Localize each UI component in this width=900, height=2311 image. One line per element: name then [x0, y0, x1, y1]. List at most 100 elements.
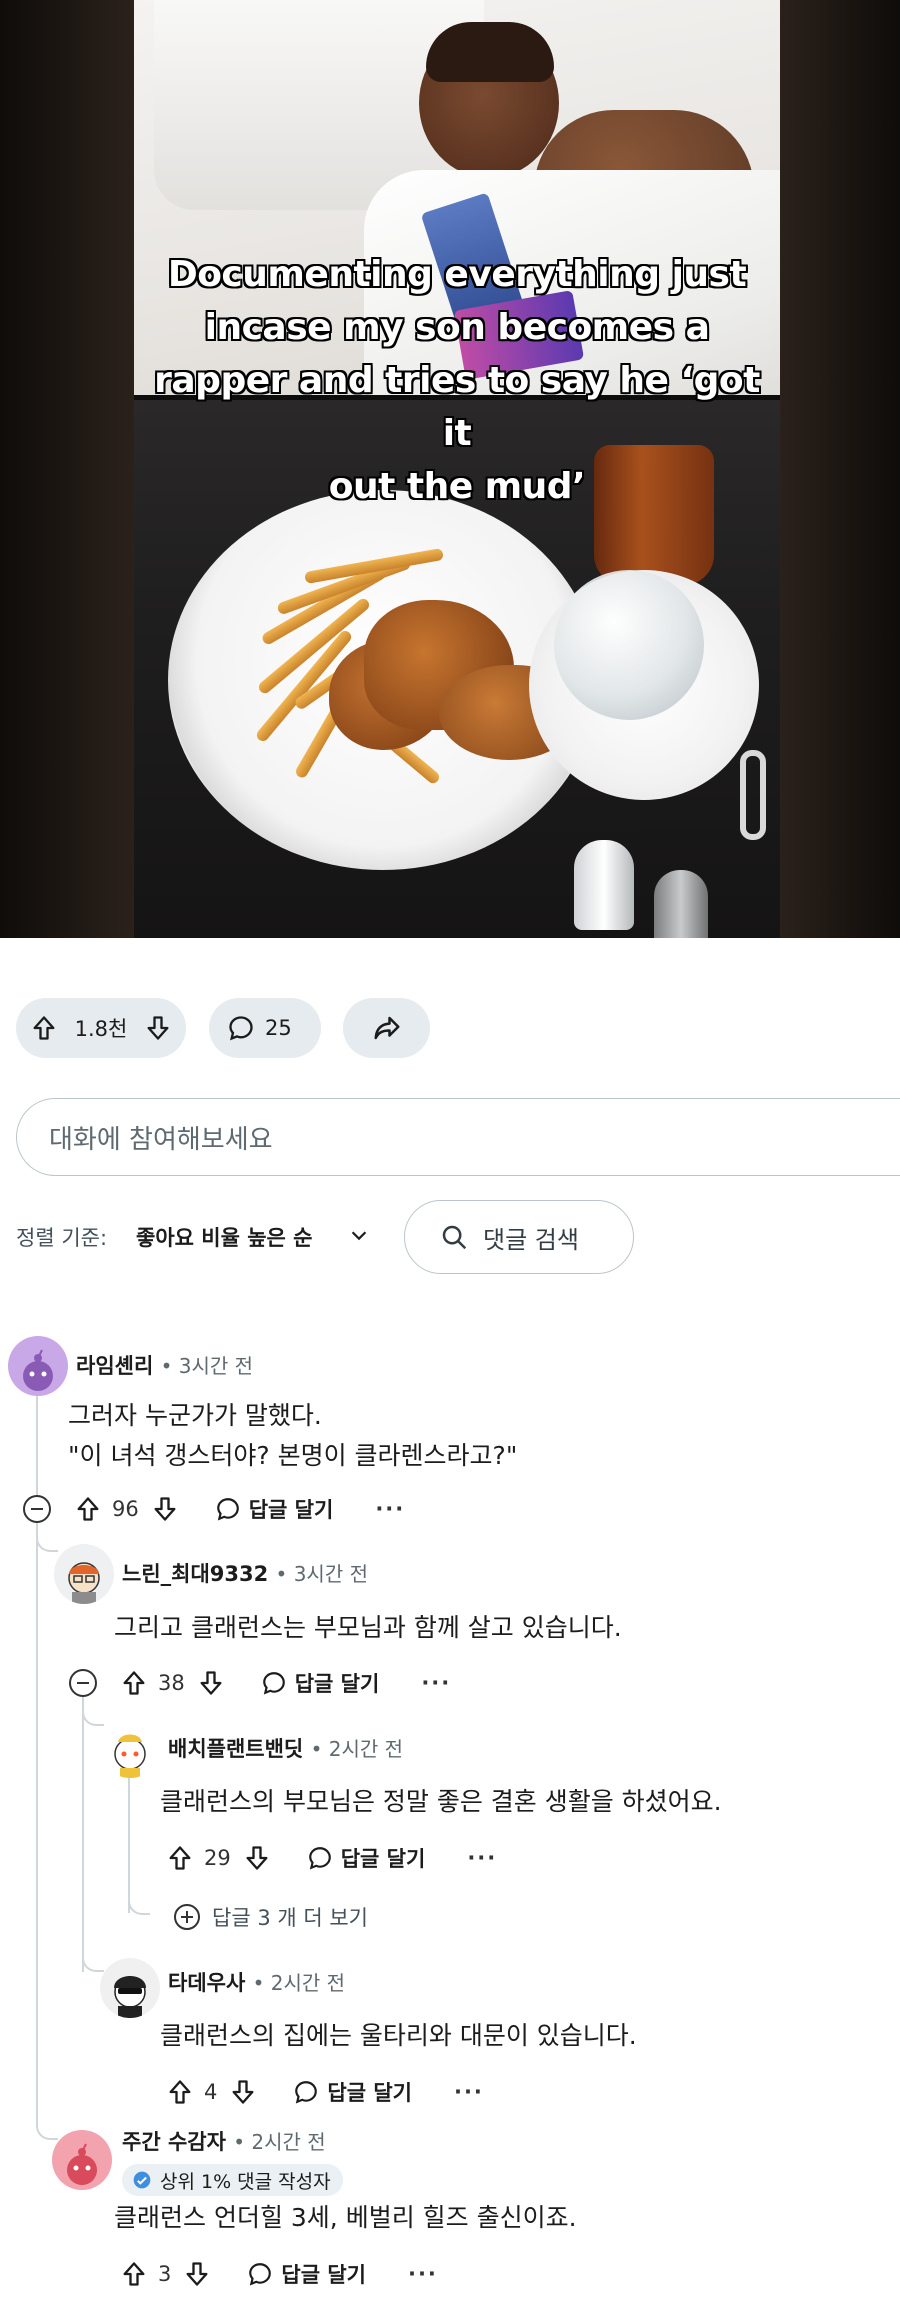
arrow-down-icon[interactable] — [183, 2260, 211, 2288]
vote-bar: 1.8천 — [16, 998, 186, 1058]
join-conversation-placeholder: 대화에 참여해보세요 — [49, 1124, 273, 1155]
vote-count: 29 — [204, 1846, 231, 1870]
reply-button[interactable]: 답글 달기 — [261, 1668, 380, 1698]
avatar[interactable] — [54, 1544, 114, 1604]
caption-line: out the mud’ — [328, 466, 586, 507]
avatar[interactable] — [100, 1718, 160, 1778]
post-image: Documenting everything just incase my so… — [134, 0, 780, 938]
avatar[interactable] — [100, 1958, 160, 2018]
reply-label: 답글 달기 — [294, 1672, 380, 1696]
more-options-button[interactable]: ··· — [467, 1846, 497, 1870]
comment-time: • 3시간 전 — [275, 1562, 368, 1586]
badge-label: 상위 1% 댓글 작성자 — [160, 2170, 331, 2193]
author-name[interactable]: 느린_최대9332 — [122, 1562, 268, 1586]
thread-line — [36, 1368, 38, 2128]
comment-author[interactable]: 느린_최대9332 • 3시간 전 — [122, 1558, 368, 1588]
upvote-button[interactable] — [30, 1014, 58, 1042]
reply-label: 답글 달기 — [281, 2263, 366, 2287]
sort-dropdown[interactable]: 좋아요 비율 높은 순 — [136, 1222, 313, 1252]
reply-button[interactable]: 답글 달기 — [247, 2259, 366, 2289]
share-button[interactable] — [343, 998, 430, 1058]
top-commenter-badge: 상위 1% 댓글 작성자 — [122, 2164, 343, 2196]
comment-line: 그리고 클래런스는 부모님과 함께 살고 있습니다. — [114, 1613, 622, 1642]
reply-button[interactable]: 답글 달기 — [307, 1843, 426, 1873]
media-blur-left — [0, 0, 134, 938]
award-icon — [133, 2171, 151, 2189]
reply-button[interactable]: 답글 달기 — [293, 2077, 412, 2107]
reply-label: 답글 달기 — [340, 1847, 426, 1871]
join-conversation-input[interactable]: 대화에 참여해보세요 — [16, 1098, 900, 1176]
comment-author[interactable]: 라임셴리 • 3시간 전 — [76, 1350, 253, 1380]
media-blur-right — [780, 0, 900, 938]
comments-button[interactable]: 25 — [209, 998, 321, 1058]
more-options-button[interactable]: ··· — [454, 2080, 484, 2104]
arrow-up-icon[interactable] — [120, 1669, 148, 1697]
snoo-avatar-icon — [67, 2143, 97, 2185]
search-comments-label: 댓글 검색 — [483, 1225, 579, 1254]
comment-actions: 96 답글 달기 ··· — [74, 1491, 405, 1527]
arrow-down-icon[interactable] — [151, 1495, 179, 1523]
reply-button[interactable]: 답글 달기 — [215, 1494, 334, 1524]
comment-time: • 3시간 전 — [160, 1354, 254, 1378]
author-name[interactable]: 주간 수감자 — [122, 2130, 226, 2154]
downvote-button[interactable] — [144, 1014, 172, 1042]
more-replies-button[interactable]: 답글 3 개 더 보기 — [174, 1902, 368, 1932]
thread-connector — [82, 1952, 104, 1972]
avatar[interactable] — [8, 1336, 68, 1396]
arrow-up-icon — [33, 1016, 55, 1040]
vote-count: 1.8천 — [74, 1017, 128, 1041]
vote-count: 3 — [158, 2262, 172, 2286]
comment-body: 클래런스의 집에는 울타리와 대문이 있습니다. — [160, 2016, 637, 2056]
snoo-avatar-icon — [114, 1734, 146, 1778]
arrow-up-icon[interactable] — [74, 1495, 102, 1523]
thread-connector — [82, 1706, 104, 1726]
vote-count: 96 — [112, 1497, 139, 1521]
comment-line: 클래런스 언더힐 3세, 베벌리 힐즈 출신이죠. — [114, 2203, 577, 2232]
vote-count: 4 — [204, 2080, 218, 2104]
comment-author[interactable]: 배치플랜트밴딧 • 2시간 전 — [168, 1733, 403, 1763]
comment-actions: 3 답글 달기 ··· — [120, 2256, 438, 2292]
search-comments-button[interactable]: 댓글 검색 — [404, 1200, 634, 1274]
salt-shaker — [574, 840, 634, 930]
arrow-up-icon[interactable] — [120, 2260, 148, 2288]
speech-bubble-icon — [216, 1498, 239, 1521]
collapse-thread-button[interactable] — [69, 1669, 97, 1697]
speech-bubble-icon — [229, 1016, 253, 1041]
pepper-shaker — [654, 870, 708, 938]
post-media[interactable]: Documenting everything just incase my so… — [0, 0, 900, 938]
comment-author[interactable]: 타데우사 • 2시간 전 — [168, 1967, 345, 1997]
more-options-button[interactable]: ··· — [421, 1671, 451, 1695]
thread-line — [82, 1690, 84, 1972]
more-replies-label: 답글 3 개 더 보기 — [212, 1906, 368, 1930]
comment-body: 그러자 누군가가 말했다. "이 녀석 갱스터야? 본명이 클라렌스라고?" — [68, 1396, 517, 1476]
image-caption: Documenting everything just incase my so… — [134, 248, 780, 513]
comment-actions: 29 답글 달기 ··· — [166, 1840, 497, 1876]
caption-line: rapper and tries to say he ‘got it — [154, 360, 760, 454]
arrow-down-icon[interactable] — [197, 1669, 225, 1697]
thread-connector — [36, 1532, 58, 1552]
comment-time: • 2시간 전 — [233, 2130, 326, 2154]
thread-connector — [36, 2120, 58, 2140]
chevron-down-icon[interactable] — [348, 1224, 370, 1246]
comment-line: "이 녀석 갱스터야? 본명이 클라렌스라고?" — [68, 1441, 518, 1470]
author-name[interactable]: 타데우사 — [168, 1971, 245, 1995]
thread-line — [128, 1778, 130, 1913]
author-name[interactable]: 배치플랜트밴딧 — [168, 1737, 303, 1761]
author-name[interactable]: 라임셴리 — [76, 1354, 153, 1378]
collapse-thread-button[interactable] — [23, 1495, 51, 1523]
reply-label: 답글 달기 — [248, 1498, 334, 1522]
snoo-avatar-icon — [114, 1976, 146, 2018]
arrow-down-icon[interactable] — [243, 1844, 271, 1872]
comment-line: 그러자 누군가가 말했다. — [68, 1401, 322, 1430]
arrow-up-icon[interactable] — [166, 1844, 194, 1872]
speech-bubble-icon — [249, 2263, 272, 2286]
arrow-down-icon[interactable] — [229, 2078, 257, 2106]
more-options-button[interactable]: ··· — [408, 2262, 438, 2286]
comment-line: 클래런스의 집에는 울타리와 대문이 있습니다. — [160, 2021, 637, 2050]
more-options-button[interactable]: ··· — [375, 1497, 405, 1521]
arrow-up-icon[interactable] — [166, 2078, 194, 2106]
reply-label: 답글 달기 — [327, 2081, 412, 2105]
caption-line: Documenting everything just — [167, 254, 747, 295]
comment-author[interactable]: 주간 수감자 • 2시간 전 — [122, 2126, 326, 2156]
avatar[interactable] — [52, 2130, 112, 2190]
